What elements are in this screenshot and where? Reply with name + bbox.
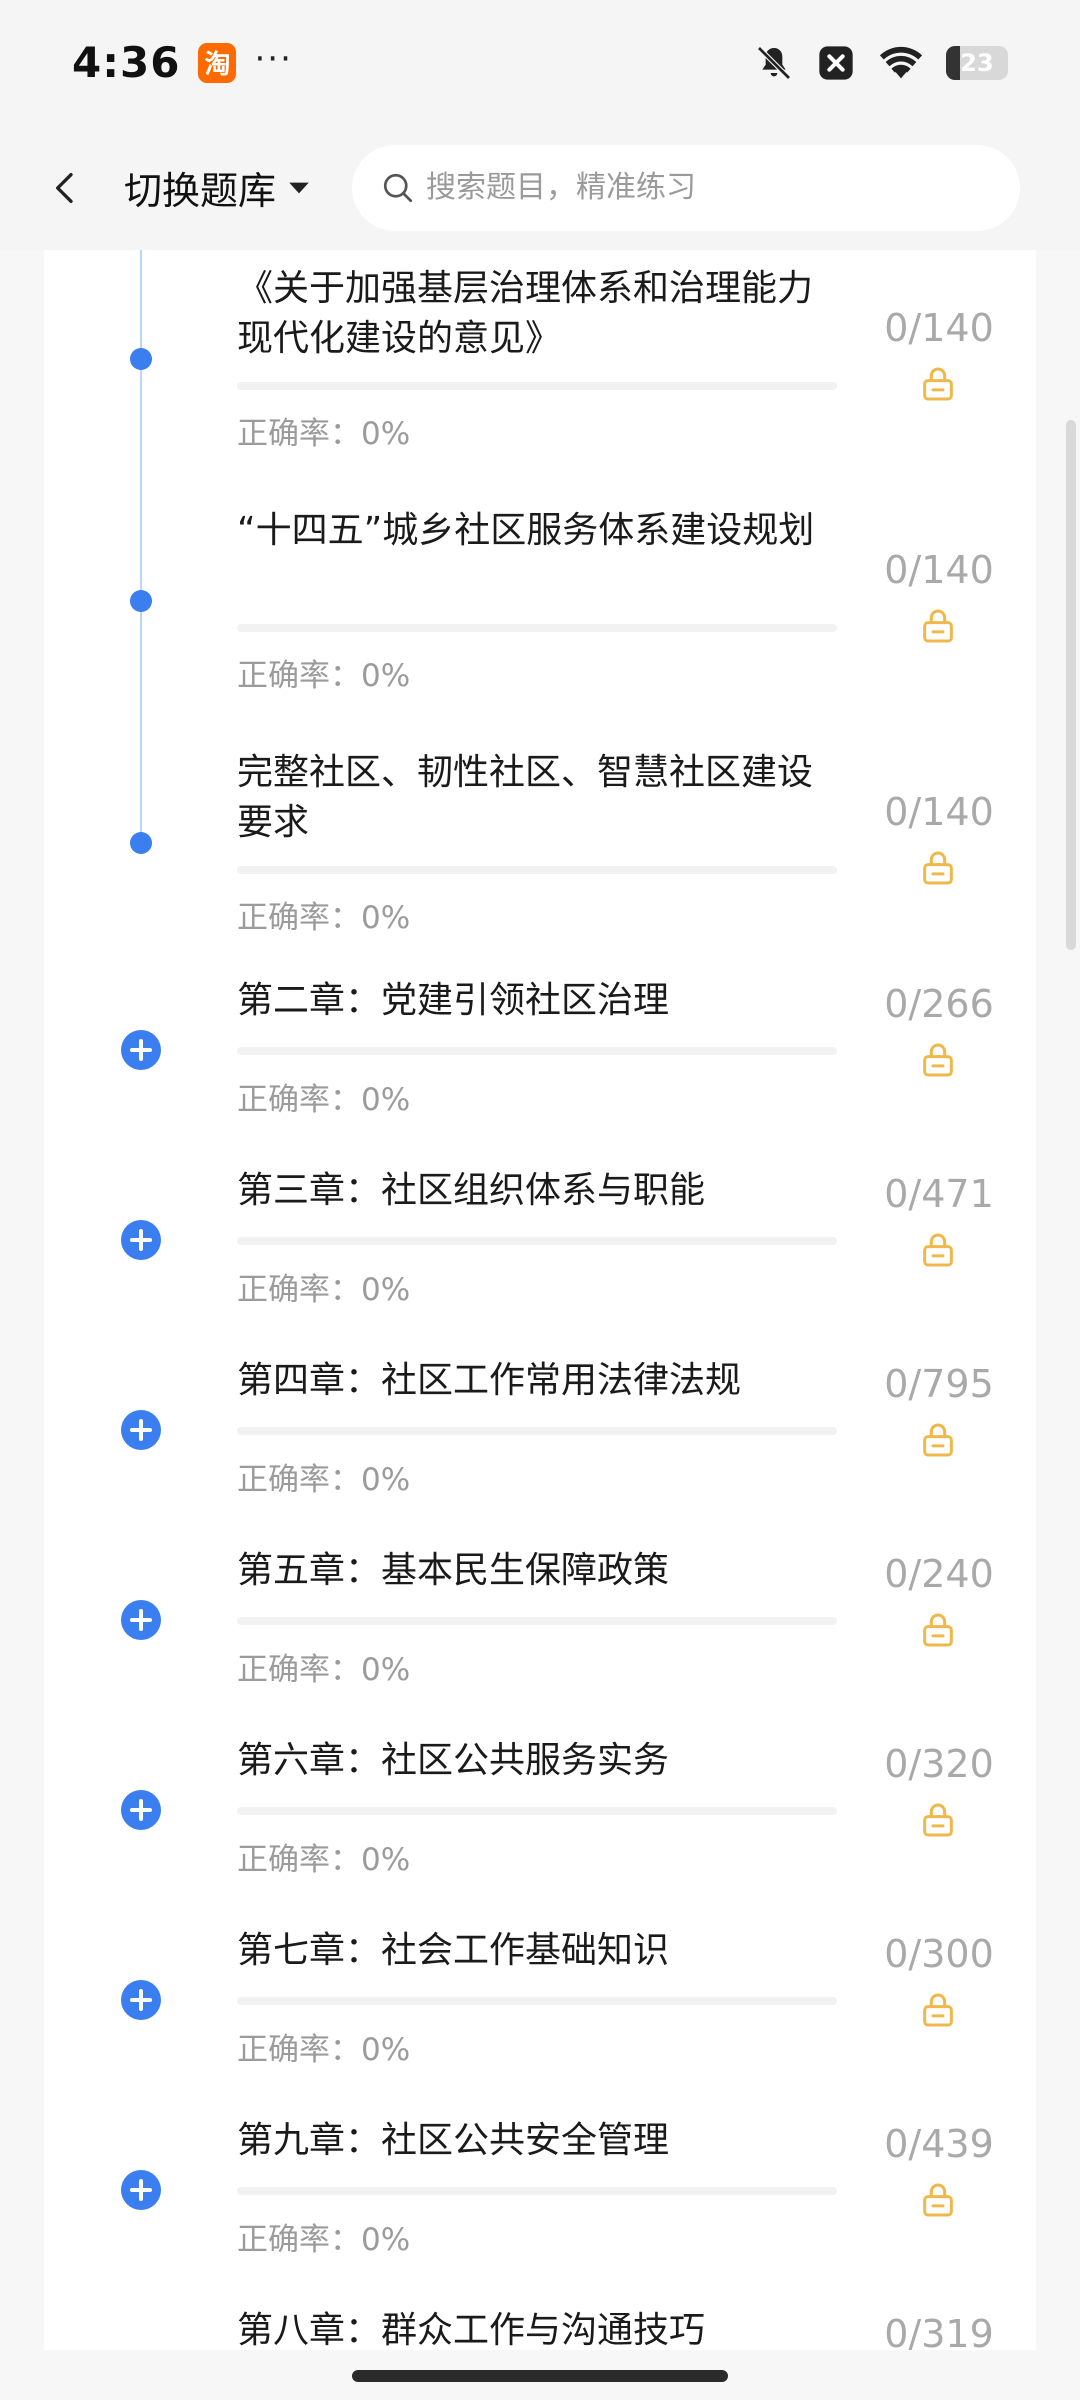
progress-bar <box>237 1237 837 1245</box>
chapter-item[interactable]: 第四章：社区工作常用法律法规正确率：0% 0/795 <box>44 1356 1036 1546</box>
scrollbar[interactable] <box>1066 420 1076 950</box>
bell-muted-icon <box>757 45 791 80</box>
chapter-title: 第九章：社区公共安全管理 <box>237 2120 670 2161</box>
chapter-item[interactable]: 第五章：基本民生保障政策正确率：0% 0/240 <box>44 1546 1036 1736</box>
lock-icon[interactable] <box>918 1610 958 1650</box>
chapter-item[interactable]: 第八章：群众工作与沟通技巧 0/319 <box>44 2306 1036 2350</box>
question-count: 0/320 <box>884 1742 994 1786</box>
more-notifications-icon: ··· <box>254 38 293 79</box>
question-bank-switch[interactable]: 切换题库 <box>124 160 312 215</box>
accuracy-rate: 正确率：0% <box>237 2032 411 2068</box>
chapter-title: 第三章：社区组织体系与职能 <box>237 1170 706 1211</box>
chapter-item[interactable]: 第七章：社会工作基础知识正确率：0% 0/300 <box>44 1926 1036 2116</box>
chapter-item[interactable]: 第二章：党建引领社区治理正确率：0% 0/266 <box>44 976 1036 1166</box>
status-right: 23 <box>754 43 1008 83</box>
progress-bar <box>237 1807 837 1815</box>
taobao-app-icon: 淘 <box>198 42 237 83</box>
chapter-title: 第八章：群众工作与沟通技巧 <box>237 2310 706 2350</box>
search-icon <box>383 173 413 202</box>
lock-icon[interactable] <box>918 2180 958 2220</box>
question-count: 0/266 <box>884 982 994 1026</box>
search-input[interactable] <box>426 170 987 205</box>
question-count: 0/795 <box>884 1362 994 1406</box>
chapter-item[interactable]: 第三章：社区组织体系与职能正确率：0% 0/471 <box>44 1166 1036 1356</box>
search-box[interactable] <box>352 144 1021 231</box>
chapter-item[interactable]: 第九章：社区公共安全管理正确率：0% 0/439 <box>44 2116 1036 2306</box>
chapter-title: 第七章：社会工作基础知识 <box>237 1930 670 1971</box>
chapter-title: 第六章：社区公共服务实务 <box>237 1740 670 1781</box>
lock-icon[interactable] <box>918 1230 958 1270</box>
expand-chapter-button[interactable] <box>121 1600 161 1640</box>
expand-chapter-button[interactable] <box>121 1220 161 1260</box>
lock-icon[interactable] <box>918 1800 958 1840</box>
accuracy-rate: 正确率：0% <box>237 1272 411 1308</box>
lock-icon[interactable] <box>918 1990 958 2030</box>
expand-chapter-button[interactable] <box>121 1980 161 2020</box>
lock-icon[interactable] <box>918 1420 958 1460</box>
question-count: 0/471 <box>884 1172 994 1216</box>
progress-bar <box>237 1617 837 1625</box>
question-count: 0/439 <box>884 2122 994 2166</box>
home-indicator[interactable] <box>352 2370 728 2382</box>
accuracy-rate: 正确率：0% <box>237 2222 411 2258</box>
accuracy-rate: 正确率：0% <box>237 1462 411 1498</box>
status-time: 4:36 <box>72 38 181 87</box>
status-left: 4:36 淘 ··· <box>72 38 293 87</box>
accuracy-rate: 正确率：0% <box>237 1082 411 1118</box>
expand-chapter-button[interactable] <box>121 2170 161 2210</box>
accuracy-rate: 正确率：0% <box>237 1652 411 1688</box>
expand-chapter-button[interactable] <box>121 1410 161 1450</box>
expand-chapter-button[interactable] <box>121 1790 161 1830</box>
expand-chapter-button[interactable] <box>121 1030 161 1070</box>
question-count: 0/240 <box>884 1552 994 1596</box>
chapter-item[interactable]: 第六章：社区公共服务实务正确率：0% 0/320 <box>44 1736 1036 1926</box>
close-box-icon <box>819 45 853 80</box>
question-bank-switch-label: 切换题库 <box>124 169 277 213</box>
progress-bar <box>237 1427 837 1435</box>
question-count: 0/300 <box>884 1932 994 1976</box>
lock-icon[interactable] <box>918 1040 958 1080</box>
accuracy-rate: 正确率：0% <box>237 1842 411 1878</box>
battery-icon: 23 <box>946 45 1008 80</box>
progress-bar <box>237 1047 837 1055</box>
chapter-title: 第四章：社区工作常用法律法规 <box>237 1360 742 1401</box>
status-bar: 4:36 淘 ··· 23 <box>0 0 1080 125</box>
chapter-title: 第五章：基本民生保障政策 <box>237 1550 670 1591</box>
chevron-left-icon <box>56 172 73 203</box>
caret-down-icon <box>289 182 309 193</box>
wifi-icon <box>879 46 923 78</box>
battery-fill <box>946 45 961 80</box>
header: 切换题库 <box>0 125 1080 250</box>
chapters-layer: 第二章：党建引领社区治理 正确率：0% 0/266 第三章：社区组织体系与职能 正确率：… <box>44 250 1036 2350</box>
progress-bar <box>237 1997 837 2005</box>
question-count: 0/319 <box>884 2312 994 2350</box>
battery-level: 23 <box>960 48 994 77</box>
chapter-title: 第二章：党建引领社区治理 <box>237 980 670 1021</box>
progress-bar <box>237 2187 837 2195</box>
back-button[interactable] <box>36 158 96 218</box>
